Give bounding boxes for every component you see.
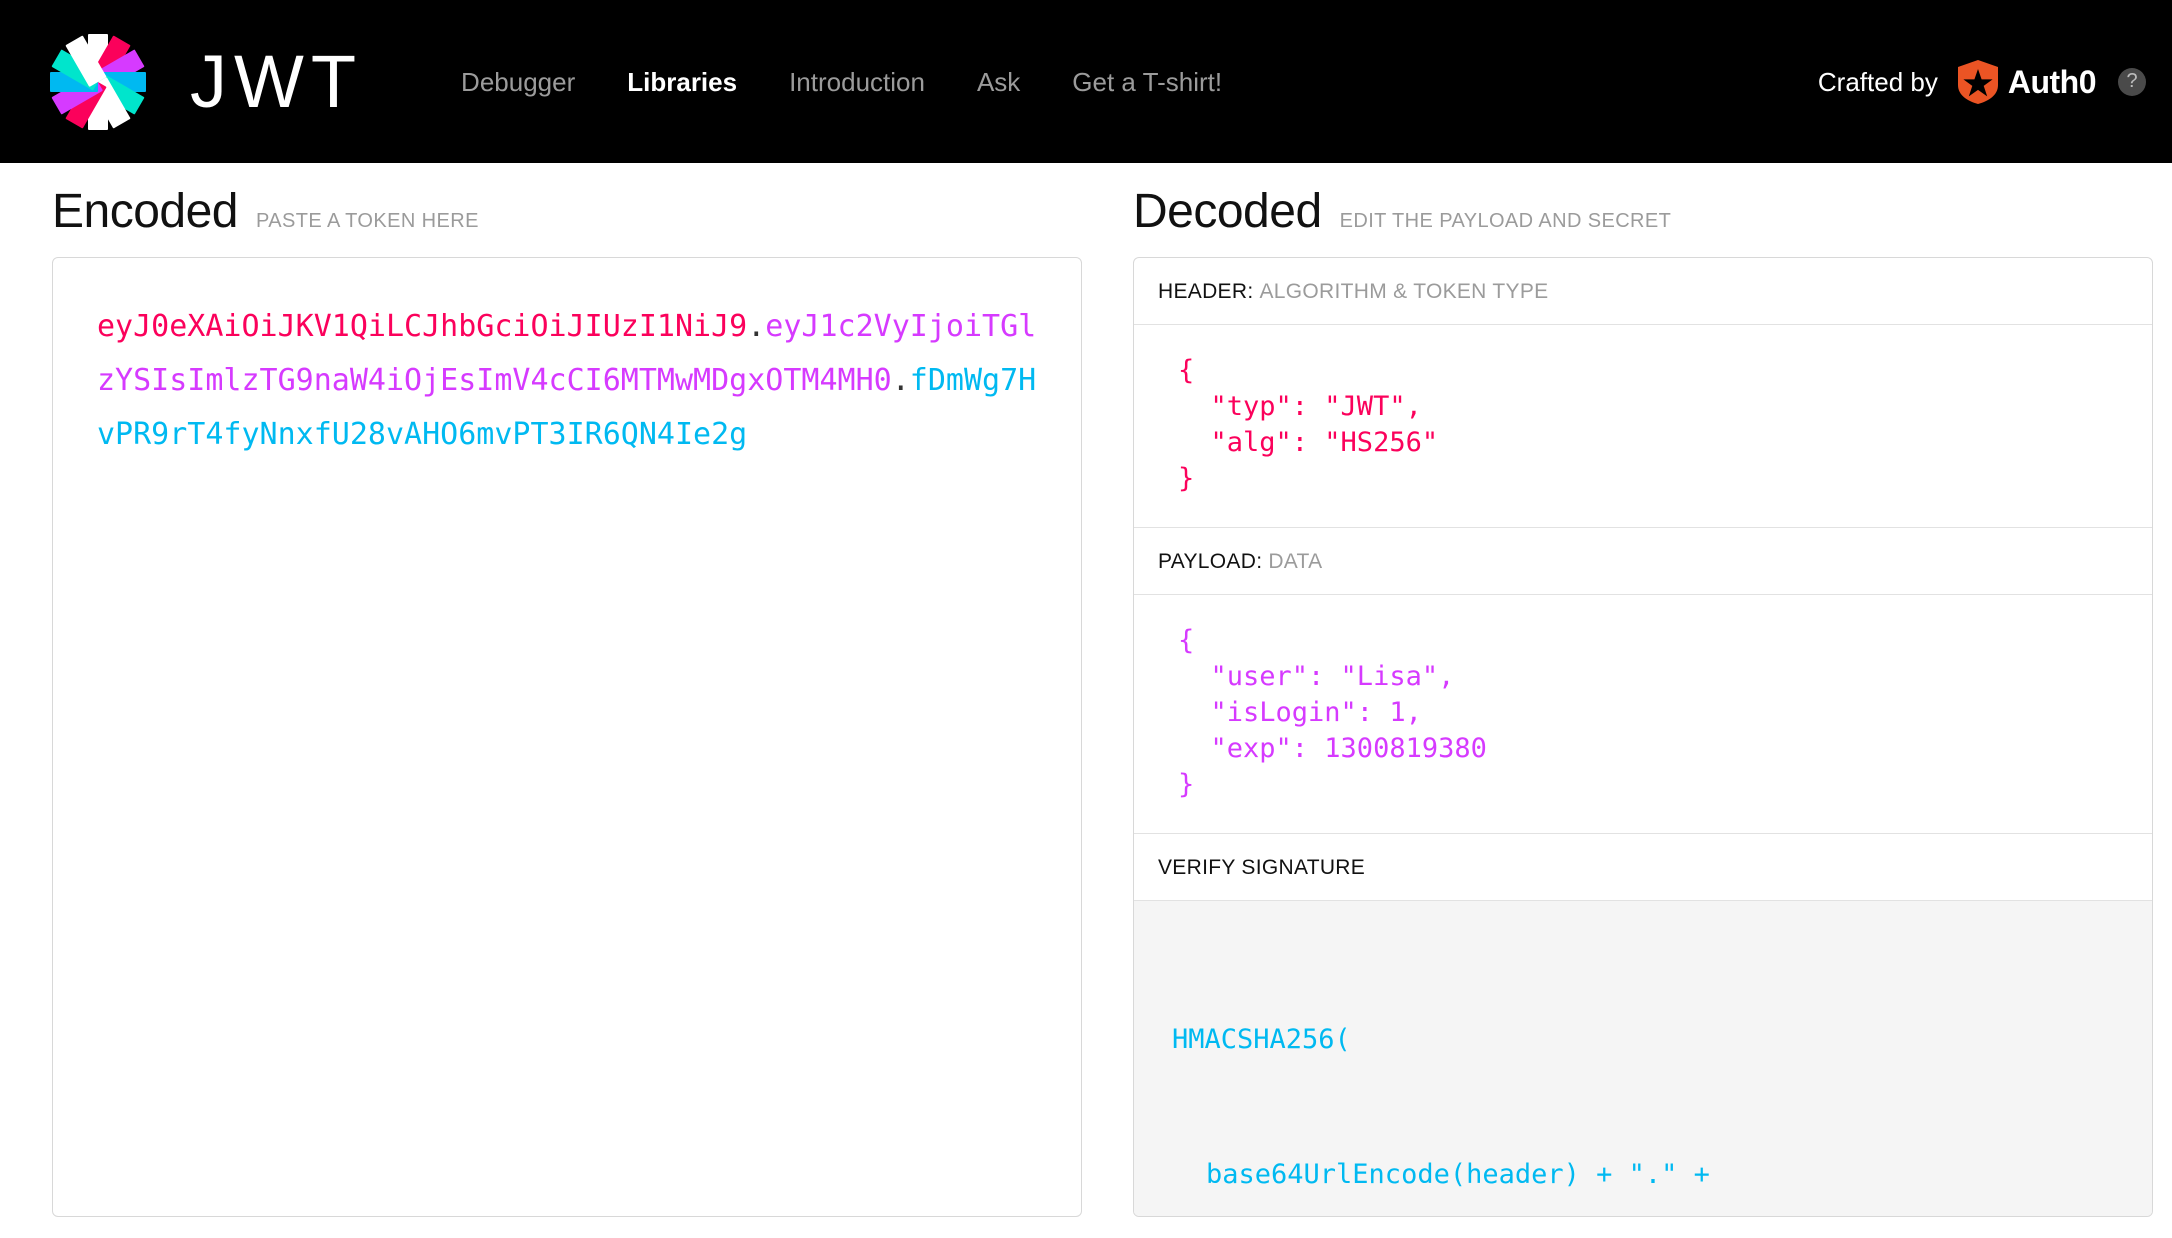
nav-item-debugger[interactable]: Debugger (461, 67, 575, 97)
token-separator-1: . (747, 309, 765, 344)
jwt-pinwheel-logo-icon (44, 28, 152, 136)
header-label-key: HEADER: (1158, 280, 1253, 303)
payload-section-label: PAYLOAD: DATA (1134, 528, 2152, 595)
decoded-title: Decoded (1133, 185, 1322, 239)
header-json-editor[interactable]: { "typ": "JWT", "alg": "HS256" } (1134, 325, 2152, 528)
payload-json-editor[interactable]: { "user": "Lisa", "isLogin": 1, "exp": 1… (1134, 595, 2152, 834)
payload-label-value: DATA (1268, 550, 1322, 573)
signature-line-header-encode: base64UrlEncode(header) + "." + (1172, 1152, 2114, 1197)
verify-signature-label: VERIFY SIGNATURE (1158, 856, 1365, 879)
encoded-subtitle: PASTE A TOKEN HERE (256, 209, 479, 233)
crafted-by-label: Crafted by (1818, 67, 1938, 97)
nav-item-libraries[interactable]: Libraries (627, 67, 737, 97)
token-header-segment: eyJ0eXAiOiJKV1QiLCJhbGciOiJIUzI1NiJ9 (97, 309, 747, 344)
decoded-heading: Decoded EDIT THE PAYLOAD AND SECRET (1133, 163, 2153, 257)
decoded-subtitle: EDIT THE PAYLOAD AND SECRET (1340, 209, 1672, 233)
nav-item-introduction[interactable]: Introduction (789, 67, 925, 97)
help-question-mark-icon[interactable]: ? (2118, 68, 2146, 96)
header-label-value: ALGORITHM & TOKEN TYPE (1259, 280, 1548, 303)
nav-item-ask[interactable]: Ask (977, 67, 1020, 97)
signature-section-label: VERIFY SIGNATURE (1134, 834, 2152, 901)
decoded-column: Decoded EDIT THE PAYLOAD AND SECRET HEAD… (1133, 163, 2153, 1217)
encoded-heading: Encoded PASTE A TOKEN HERE (52, 163, 1082, 257)
auth0-wordmark: Auth0 (2008, 65, 2096, 99)
signature-line-hmac: HMACSHA256( (1172, 1017, 2114, 1062)
nav-item-get-a-tshirt[interactable]: Get a T-shirt! (1072, 67, 1222, 97)
main-content: Encoded PASTE A TOKEN HERE eyJ0eXAiOiJKV… (0, 163, 2172, 1238)
encoded-token-input[interactable]: eyJ0eXAiOiJKV1QiLCJhbGciOiJIUzI1NiJ9.eyJ… (52, 257, 1082, 1217)
payload-label-key: PAYLOAD: (1158, 550, 1262, 573)
encoded-token-text[interactable]: eyJ0eXAiOiJKV1QiLCJhbGciOiJIUzI1NiJ9.eyJ… (97, 300, 1037, 462)
header-section-label: HEADER: ALGORITHM & TOKEN TYPE (1134, 258, 2152, 325)
encoded-column: Encoded PASTE A TOKEN HERE eyJ0eXAiOiJKV… (52, 163, 1082, 1217)
decoded-panel: HEADER: ALGORITHM & TOKEN TYPE { "typ": "… (1133, 257, 2153, 1217)
main-nav: Debugger Libraries Introduction Ask Get … (461, 67, 1222, 97)
jwt-wordmark: JWT (190, 45, 363, 119)
signature-editor: HMACSHA256( base64UrlEncode(header) + ".… (1134, 901, 2152, 1217)
brand-logo[interactable]: JWT (44, 28, 363, 136)
top-navigation-bar: JWT Debugger Libraries Introduction Ask … (0, 0, 2172, 163)
auth0-shield-icon (1958, 60, 1998, 104)
crafted-by-auth0[interactable]: Crafted by Auth0 ? (1818, 60, 2146, 104)
token-separator-2: . (892, 363, 910, 398)
encoded-title: Encoded (52, 185, 238, 239)
